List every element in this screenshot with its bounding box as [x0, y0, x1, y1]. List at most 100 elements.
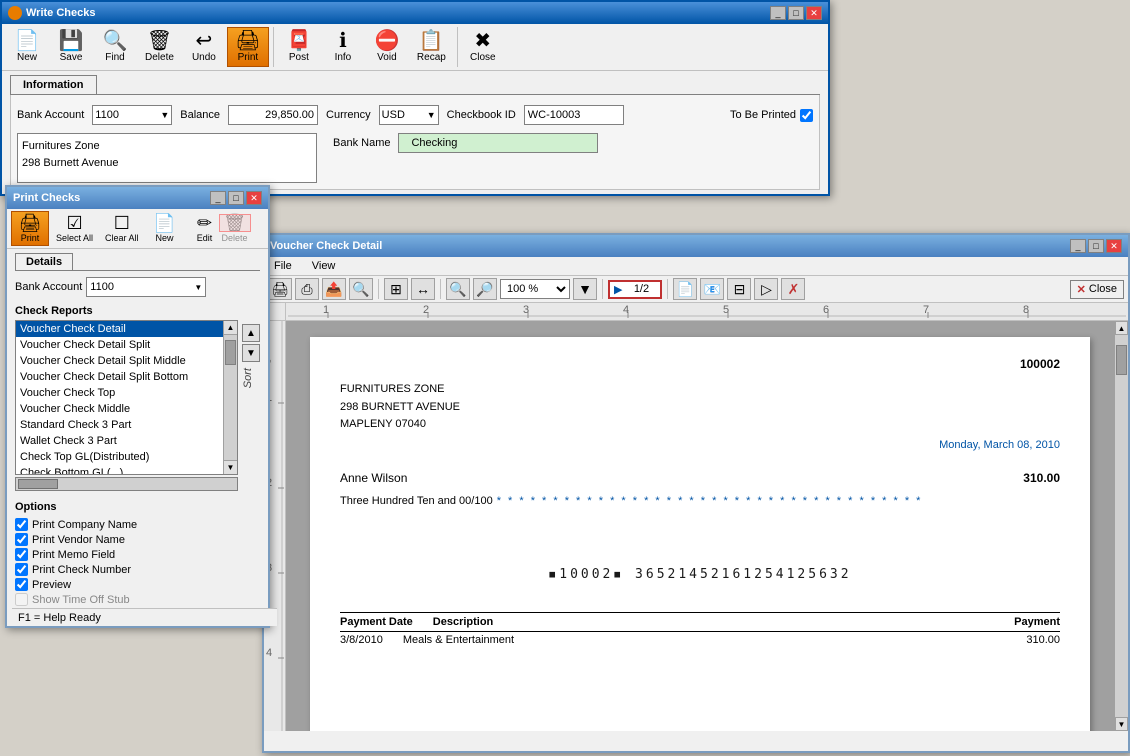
balance-input[interactable]	[228, 105, 318, 125]
information-tab[interactable]: Information	[10, 75, 97, 94]
vt-zoom-out-button[interactable]: 🔍	[446, 278, 470, 300]
new-button[interactable]: 📄 New	[6, 27, 48, 67]
voucher-close-button[interactable]: ✕ Close	[1070, 280, 1124, 299]
print-button[interactable]: 🖨 Print	[227, 27, 269, 67]
checkbook-id-input[interactable]	[524, 105, 624, 125]
option-label-3: Print Check Number	[32, 564, 131, 576]
scroll-thumb[interactable]	[1116, 345, 1127, 375]
option-checkbox-2[interactable]	[15, 548, 28, 561]
vt-forward-button[interactable]: ▷	[754, 278, 778, 300]
check-list-item-8[interactable]: Check Top GL(Distributed)	[16, 449, 223, 465]
file-menu[interactable]: File	[270, 259, 296, 273]
close-button[interactable]: ✕	[806, 6, 822, 20]
check-list-item-9[interactable]: Check Bottom GL(...)	[16, 465, 223, 475]
wc-close-button[interactable]: ✖ Close	[462, 27, 504, 67]
check-list-item-6[interactable]: Standard Check 3 Part	[16, 417, 223, 433]
vt-zoom-in-button[interactable]: 🔎	[473, 278, 497, 300]
pc-selectall-label: Select All	[56, 233, 93, 243]
maximize-button[interactable]: □	[788, 6, 804, 20]
voucher-toolbar: 🖨 ⎙ 📤 🔍 ⊞ ↔ 🔍 🔎 100 % ▼ ▶ 1/2 📄 📧 ⊟ ▷ ✗ …	[264, 276, 1128, 303]
v-minimize-button[interactable]: _	[1070, 239, 1086, 253]
delete-button[interactable]: 🗑 Delete	[138, 27, 181, 67]
status-bar: F1 = Help Ready	[12, 608, 277, 626]
pc-minimize-button[interactable]: _	[210, 191, 226, 205]
view-menu[interactable]: View	[308, 259, 340, 273]
pc-bank-dropdown-arrow-icon: ▼	[194, 283, 202, 292]
pc-delete-button[interactable]: 🗑 Delete	[216, 211, 254, 246]
pc-bank-dropdown[interactable]: 1100 ▼	[86, 277, 206, 297]
list-scroll-thumb[interactable]	[225, 340, 236, 365]
vt-error-button[interactable]: ✗	[781, 278, 805, 300]
zoom-select[interactable]: 100 %	[500, 279, 570, 299]
pc-print-button[interactable]: 🖨 Print	[11, 211, 49, 246]
company-name: FURNITURES ZONE	[340, 381, 1060, 399]
vt-fit-button[interactable]: ↔	[411, 278, 435, 300]
options-list: Print Company NamePrint Vendor NamePrint…	[15, 517, 260, 622]
option-checkbox-4[interactable]	[15, 578, 28, 591]
bank-info-area: Bank Name Checking	[333, 133, 652, 153]
post-button[interactable]: 📮 Post	[278, 27, 320, 67]
vt-email-button[interactable]: 📧	[700, 278, 724, 300]
option-label-0: Print Company Name	[32, 519, 137, 531]
vt-find-button[interactable]: 🔍	[349, 278, 373, 300]
move-up-button[interactable]: ▲	[242, 324, 260, 342]
pc-maximize-button[interactable]: □	[228, 191, 244, 205]
option-checkbox-0[interactable]	[15, 518, 28, 531]
pc-new-button[interactable]: 📄 New	[146, 211, 184, 246]
move-down-button[interactable]: ▼	[242, 344, 260, 362]
vt-layout-button[interactable]: ⊞	[384, 278, 408, 300]
list-scroll-up[interactable]: ▲	[224, 321, 237, 335]
bank-account-dropdown-icon[interactable]: ▼	[160, 110, 169, 120]
currency-dropdown-icon[interactable]: ▼	[427, 110, 436, 120]
minimize-button[interactable]: _	[770, 6, 786, 20]
check-list-item-5[interactable]: Voucher Check Middle	[16, 401, 223, 417]
check-list-item-2[interactable]: Voucher Check Detail Split Middle	[16, 353, 223, 369]
vt-grid-button[interactable]: ⊟	[727, 278, 751, 300]
save-button[interactable]: 💾 Save	[50, 27, 92, 67]
to-be-printed-label: To Be Printed	[730, 109, 796, 121]
check-list-item-3[interactable]: Voucher Check Detail Split Bottom	[16, 369, 223, 385]
undo-button[interactable]: ↩ Undo	[183, 27, 225, 67]
check-list-item-4[interactable]: Voucher Check Top	[16, 385, 223, 401]
pc-selectall-button[interactable]: ☑ Select All	[51, 211, 98, 246]
prev-page-button[interactable]: ▶	[614, 283, 622, 296]
ruler-top: 1 2 3 4 5 6 7 8	[286, 303, 1128, 321]
info-button[interactable]: ℹ Info	[322, 27, 364, 67]
check-preview-area[interactable]: 100002 FURNITURES ZONE 298 BURNETT AVENU…	[286, 321, 1114, 731]
vt-pdf-button[interactable]: 📄	[673, 278, 697, 300]
vt-export-button[interactable]: 📤	[322, 278, 346, 300]
details-tab[interactable]: Details	[15, 253, 73, 270]
micr-line: ◾10002◾ 36521452161254125632	[340, 567, 1060, 582]
find-button[interactable]: 🔍 Find	[94, 27, 136, 67]
bank-name-input[interactable]	[398, 133, 598, 153]
v-maximize-button[interactable]: □	[1088, 239, 1104, 253]
option-checkbox-1[interactable]	[15, 533, 28, 546]
scroll-down-button[interactable]: ▼	[1115, 717, 1128, 731]
close-label: Close	[1089, 283, 1117, 295]
v-close-button[interactable]: ✕	[1106, 239, 1122, 253]
check-list-item-0[interactable]: Voucher Check Detail	[16, 321, 223, 337]
right-scrollbar[interactable]: ▲ ▼	[1114, 321, 1128, 731]
list-scrollbar[interactable]: ▲▼	[223, 321, 237, 474]
new-icon: 📄	[15, 31, 40, 51]
scroll-up-button[interactable]: ▲	[1115, 321, 1128, 335]
vt-printer2-button[interactable]: ⎙	[295, 278, 319, 300]
vt-zoom-dropdown-button[interactable]: ▼	[573, 278, 597, 300]
print-icon: 🖨	[235, 31, 260, 51]
write-checks-tabs: Information	[10, 75, 820, 95]
vt-print-button[interactable]: 🖨	[268, 278, 292, 300]
check-list-item-1[interactable]: Voucher Check Detail Split	[16, 337, 223, 353]
close-x-icon: ✕	[1077, 283, 1086, 296]
pc-clearall-button[interactable]: ☐ Clear All	[100, 211, 144, 246]
to-be-printed-checkbox[interactable]	[800, 109, 813, 122]
pc-close-button[interactable]: ✕	[246, 191, 262, 205]
check-list-item-7[interactable]: Wallet Check 3 Part	[16, 433, 223, 449]
vrow-date: 3/8/2010	[340, 634, 383, 646]
write-checks-icon	[8, 6, 22, 20]
print-checks-tabs: Details	[15, 253, 260, 271]
void-button[interactable]: ⛔ Void	[366, 27, 408, 67]
recap-button[interactable]: 📋 Recap	[410, 27, 453, 67]
horizontal-scrollbar[interactable]	[15, 477, 238, 491]
option-checkbox-3[interactable]	[15, 563, 28, 576]
list-scroll-down[interactable]: ▼	[224, 460, 237, 474]
